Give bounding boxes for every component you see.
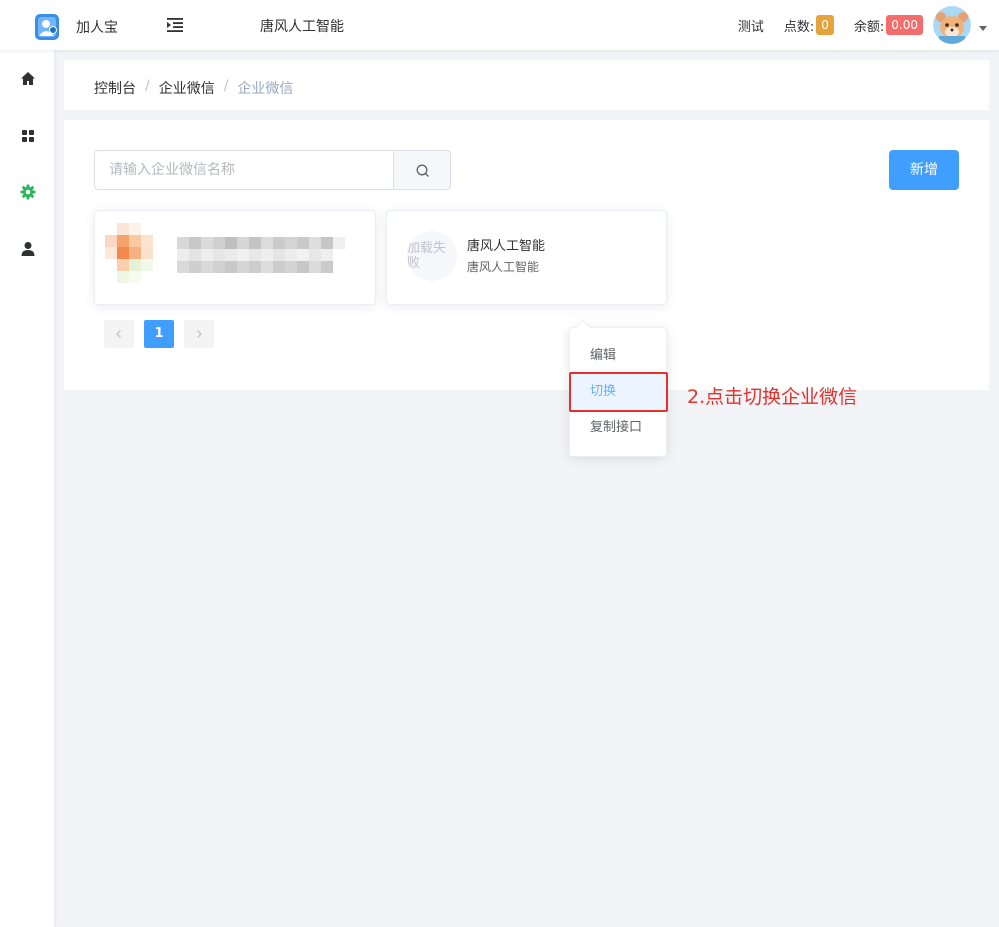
breadcrumb-item-wecom[interactable]: 企业微信	[159, 78, 215, 98]
home-icon[interactable]	[19, 70, 37, 88]
breadcrumb-separator: /	[223, 78, 229, 94]
card-title: 唐风人工智能	[467, 239, 546, 254]
chevron-left-icon	[116, 330, 121, 338]
sidebar	[0, 50, 54, 927]
annotation-text: 2.点击切换企业微信	[687, 386, 858, 408]
menu-item-edit[interactable]: 编辑	[570, 338, 666, 374]
balance-label: 余额:	[853, 19, 885, 35]
user-icon[interactable]	[19, 240, 37, 258]
card-subtitle: 唐风人工智能	[467, 260, 540, 274]
breadcrumb-separator: /	[145, 78, 150, 94]
search-button[interactable]	[393, 150, 451, 190]
breadcrumb-bar: 控制台 / 企业微信 / 企业微信	[64, 60, 989, 110]
top-header: 加人宝 唐风人工智能 测试 点数: 0 余额: 0.00	[0, 0, 999, 50]
balance-badge: 0.00	[886, 15, 923, 35]
avatar[interactable]	[933, 6, 971, 44]
points-badge: 0	[816, 15, 834, 35]
menu-item-copy-api[interactable]: 复制接口	[570, 410, 666, 446]
wecom-card[interactable]: 加载失败 唐风人工智能 唐风人工智能	[386, 210, 667, 305]
page-number[interactable]: 1	[144, 320, 174, 348]
avatar-placeholder: 加载失败	[407, 231, 457, 281]
next-page-button[interactable]	[184, 320, 214, 348]
gear-icon[interactable]	[19, 183, 37, 201]
pagination: 1	[104, 320, 224, 348]
chevron-down-icon[interactable]	[979, 25, 987, 31]
menu-fold-icon[interactable]	[165, 15, 185, 35]
breadcrumb: 控制台 / 企业微信 / 企业微信	[94, 78, 293, 98]
search-icon	[416, 164, 429, 177]
blurred-logo-image	[105, 223, 153, 283]
blurred-text-image	[177, 237, 345, 273]
menu-item-switch[interactable]: 切换	[570, 374, 666, 410]
tenant-name: 唐风人工智能	[260, 19, 344, 35]
logo-icon	[35, 14, 59, 40]
grid-icon[interactable]	[19, 127, 37, 145]
card-dropdown-menu: 编辑 切换 复制接口	[569, 319, 667, 457]
prev-page-button[interactable]	[104, 320, 134, 348]
add-button[interactable]: 新增	[889, 150, 959, 190]
search-input[interactable]	[94, 150, 394, 190]
main-panel: 新增	[64, 120, 989, 390]
breadcrumb-item-current: 企业微信	[237, 81, 294, 97]
wecom-card[interactable]	[94, 210, 376, 305]
test-label: 测试	[737, 19, 764, 35]
chevron-right-icon	[197, 330, 202, 338]
app-name: 加人宝	[76, 20, 118, 36]
breadcrumb-item-dashboard[interactable]: 控制台	[94, 78, 136, 98]
points-label: 点数:	[783, 19, 815, 35]
